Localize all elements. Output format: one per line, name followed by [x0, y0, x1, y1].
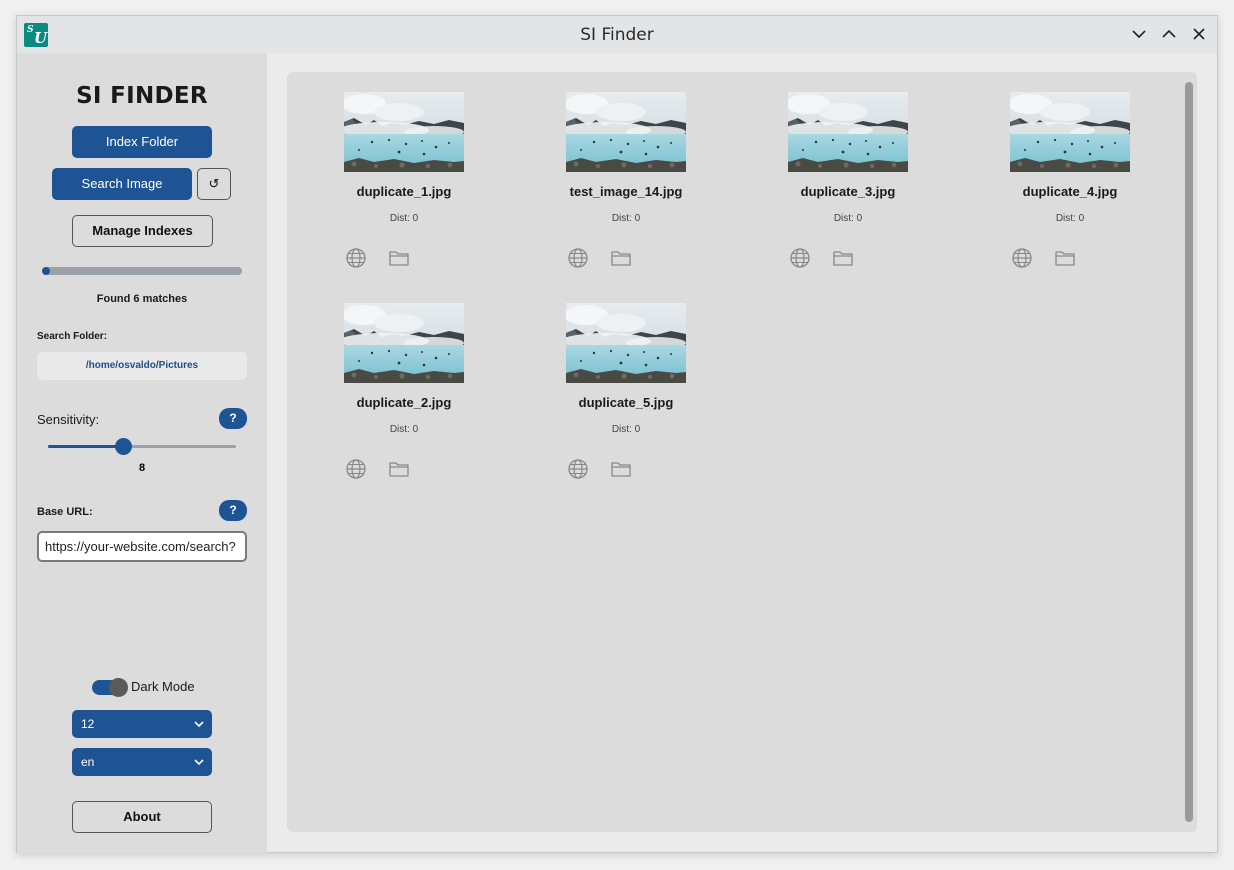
result-distance: Dist: 0	[1055, 213, 1085, 224]
close-icon[interactable]	[1190, 25, 1208, 43]
progress-bar	[42, 267, 242, 275]
result-filename: duplicate_3.jpg	[800, 184, 896, 199]
result-thumbnail[interactable]	[344, 92, 464, 172]
folder-icon[interactable]	[610, 248, 632, 268]
toggle-knob	[109, 678, 128, 697]
result-filename: duplicate_5.jpg	[578, 395, 674, 410]
globe-icon[interactable]	[1011, 247, 1033, 269]
font-size-select[interactable]: 12	[72, 710, 212, 738]
base-url-help-button[interactable]: ?	[219, 500, 247, 521]
result-filename: duplicate_1.jpg	[356, 184, 452, 199]
maximize-icon[interactable]	[1160, 25, 1178, 43]
sensitivity-label: Sensitivity:	[37, 412, 100, 427]
minimize-icon[interactable]	[1130, 25, 1148, 43]
sensitivity-help-button[interactable]: ?	[219, 408, 247, 429]
result-distance: Dist: 0	[611, 424, 641, 435]
result-card: test_image_14.jpg Dist: 0	[539, 92, 709, 292]
search-folder-label: Search Folder:	[37, 331, 108, 342]
folder-icon[interactable]	[610, 459, 632, 479]
folder-icon[interactable]	[1054, 248, 1076, 268]
result-thumbnail[interactable]	[566, 303, 686, 383]
index-folder-button[interactable]: Index Folder	[72, 126, 212, 158]
folder-icon[interactable]	[832, 248, 854, 268]
dark-mode-label: Dark Mode	[131, 679, 195, 694]
result-distance: Dist: 0	[389, 213, 419, 224]
folder-icon[interactable]	[388, 248, 410, 268]
globe-icon[interactable]	[345, 247, 367, 269]
globe-icon[interactable]	[345, 458, 367, 480]
result-card: duplicate_1.jpg Dist: 0	[317, 92, 487, 292]
reset-button[interactable]: ↺	[197, 168, 231, 200]
search-image-button[interactable]: Search Image	[52, 168, 192, 200]
globe-icon[interactable]	[567, 458, 589, 480]
slider-fill	[48, 445, 124, 448]
result-distance: Dist: 0	[833, 213, 863, 224]
result-thumbnail[interactable]	[1010, 92, 1130, 172]
sidebar: SI FINDER Index Folder Search Image ↺ Ma…	[17, 53, 267, 853]
language-select[interactable]: en	[72, 748, 212, 776]
progress-fill	[42, 267, 50, 275]
result-distance: Dist: 0	[389, 424, 419, 435]
slider-thumb[interactable]	[115, 438, 133, 455]
base-url-input[interactable]	[37, 531, 247, 562]
sensitivity-slider[interactable]	[48, 438, 236, 455]
about-button[interactable]: About	[72, 801, 212, 833]
result-filename: duplicate_4.jpg	[1022, 184, 1118, 199]
font-size-value: 12	[81, 717, 95, 731]
globe-icon[interactable]	[567, 247, 589, 269]
result-filename: test_image_14.jpg	[569, 184, 683, 199]
globe-icon[interactable]	[789, 247, 811, 269]
app-window: SU SI Finder SI FINDER Index Folder Sear…	[16, 15, 1218, 853]
brand-title: SI FINDER	[76, 83, 208, 109]
result-thumbnail[interactable]	[566, 92, 686, 172]
manage-indexes-button[interactable]: Manage Indexes	[72, 215, 213, 247]
chevron-down-icon	[194, 759, 204, 766]
language-value: en	[81, 755, 95, 769]
base-url-label: Base URL:	[37, 506, 93, 518]
folder-icon[interactable]	[388, 459, 410, 479]
result-distance: Dist: 0	[611, 213, 641, 224]
result-thumbnail[interactable]	[344, 303, 464, 383]
result-card: duplicate_5.jpg Dist: 0	[539, 303, 709, 503]
search-folder-path[interactable]: /home/osvaldo/Pictures	[37, 352, 247, 380]
window-title: SI Finder	[580, 25, 654, 45]
sensitivity-value: 8	[138, 462, 146, 474]
result-card: duplicate_3.jpg Dist: 0	[761, 92, 931, 292]
results-panel: duplicate_1.jpg Dist: 0 test_image_14.jp…	[287, 72, 1197, 832]
result-filename: duplicate_2.jpg	[356, 395, 452, 410]
dark-mode-toggle[interactable]	[92, 678, 128, 697]
status-text: Found 6 matches	[96, 293, 188, 305]
chevron-down-icon	[194, 721, 204, 728]
result-card: duplicate_4.jpg Dist: 0	[983, 92, 1153, 292]
result-thumbnail[interactable]	[788, 92, 908, 172]
scrollbar[interactable]	[1185, 82, 1193, 822]
title-bar: SU SI Finder	[17, 16, 1217, 53]
result-card: duplicate_2.jpg Dist: 0	[317, 303, 487, 503]
